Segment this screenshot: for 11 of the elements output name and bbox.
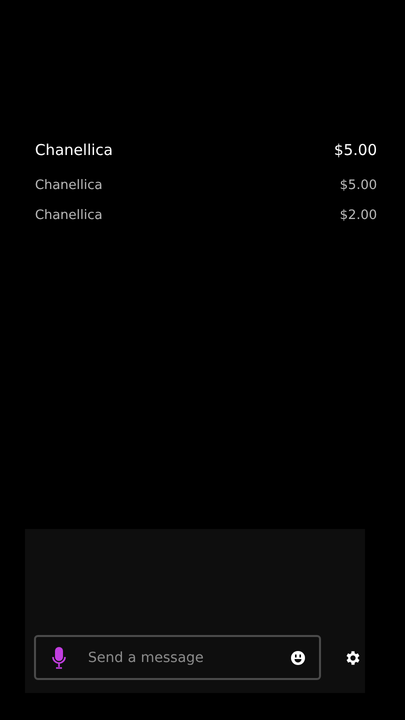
donation-amount: $5.00 [340,178,377,192]
donor-name: Chanellica [35,208,102,222]
donor-name: Chanellica [35,141,113,159]
donation-amount: $5.00 [334,141,377,159]
settings-icon[interactable] [344,648,362,666]
chat-input-bar[interactable]: Send a message [34,635,321,680]
message-field[interactable]: Send a message [86,648,291,666]
donor-name: Chanellica [35,178,102,192]
microphone-icon[interactable] [52,646,66,668]
donation-amount: $2.00 [340,208,377,222]
smiley-icon[interactable] [291,650,305,664]
